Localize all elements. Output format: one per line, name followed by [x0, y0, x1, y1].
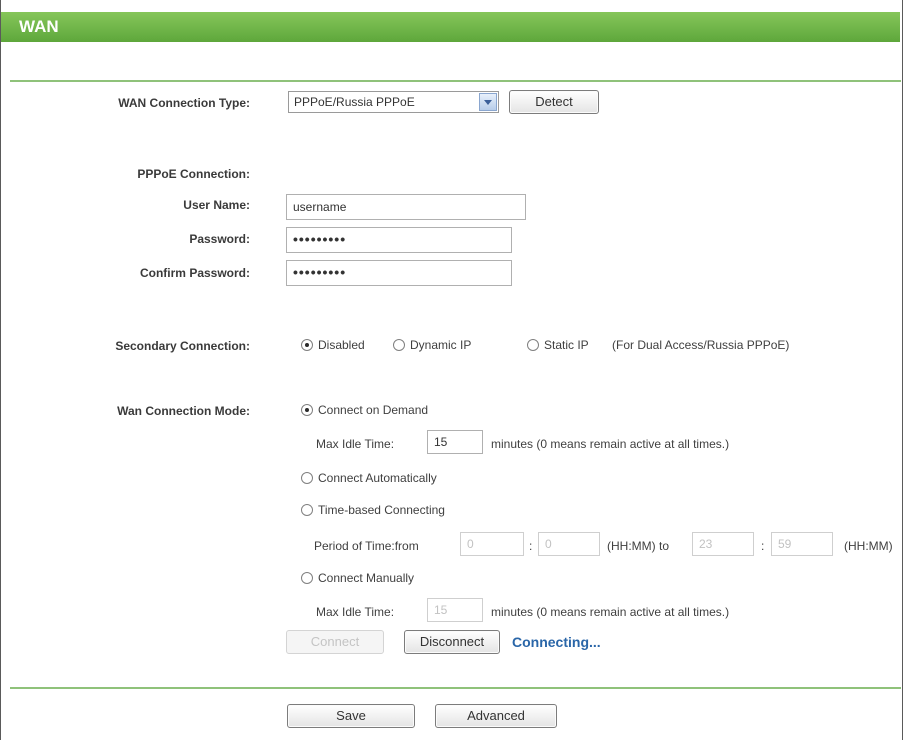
password-input[interactable]: •••••••••: [286, 227, 512, 253]
connection-status: Connecting...: [512, 634, 601, 650]
top-divider: [10, 80, 901, 82]
connect-automatically-radio[interactable]: [301, 472, 313, 484]
time-based-connecting-label: Time-based Connecting: [318, 503, 445, 517]
username-label: User Name:: [183, 198, 250, 212]
on-demand-idle-input[interactable]: 15: [427, 430, 483, 454]
wan-connection-type-label: WAN Connection Type:: [118, 96, 250, 110]
disconnect-button[interactable]: Disconnect: [404, 630, 500, 654]
time-based-connecting-radio[interactable]: [301, 504, 313, 516]
wan-connection-mode-label: Wan Connection Mode:: [117, 404, 250, 418]
bottom-divider: [10, 687, 901, 689]
connect-on-demand-radio[interactable]: [301, 404, 313, 416]
wan-connection-type-value: PPPoE/Russia PPPoE: [294, 95, 415, 109]
on-demand-idle-note: minutes (0 means remain active at all ti…: [491, 437, 730, 451]
pppoe-connection-label: PPPoE Connection:: [137, 167, 250, 181]
chevron-down-icon[interactable]: [479, 93, 497, 111]
manual-idle-label: Max Idle Time:: [316, 605, 395, 619]
page-title: WAN: [19, 17, 59, 36]
secondary-dynamic-ip-radio[interactable]: [393, 339, 405, 351]
connect-automatically-label: Connect Automatically: [318, 471, 437, 485]
secondary-dynamic-ip-label: Dynamic IP: [410, 338, 472, 352]
connect-on-demand-label: Connect on Demand: [318, 403, 429, 417]
confirm-password-label: Confirm Password:: [139, 266, 250, 280]
on-demand-idle-label: Max Idle Time:: [316, 437, 395, 451]
manual-idle-input[interactable]: 15: [427, 598, 483, 622]
time-to-minute-input[interactable]: 59: [771, 532, 833, 556]
password-label: Password:: [189, 232, 250, 246]
connect-manually-label: Connect Manually: [318, 571, 415, 585]
save-button[interactable]: Save: [287, 704, 415, 728]
advanced-button[interactable]: Advanced: [435, 704, 557, 728]
secondary-disabled-radio[interactable]: [301, 339, 313, 351]
manual-idle-note: minutes (0 means remain active at all ti…: [491, 605, 730, 619]
secondary-connection-label: Secondary Connection:: [115, 339, 250, 353]
period-of-time-label: Period of Time:from: [314, 539, 419, 553]
username-input[interactable]: username: [286, 194, 526, 220]
time-to-label: (HH:MM) to: [607, 539, 669, 553]
confirm-password-input[interactable]: •••••••••: [286, 260, 512, 286]
time-end-label: (HH:MM): [844, 539, 893, 553]
wan-header-bar: WAN: [1, 12, 900, 42]
time-from-minute-input[interactable]: 0: [538, 532, 600, 556]
time-separator: :: [761, 539, 765, 553]
connect-button[interactable]: Connect: [286, 630, 384, 654]
secondary-note: (For Dual Access/Russia PPPoE): [612, 338, 790, 352]
secondary-static-ip-radio[interactable]: [527, 339, 539, 351]
connect-manually-radio[interactable]: [301, 572, 313, 584]
time-from-hour-input[interactable]: 0: [460, 532, 524, 556]
secondary-static-ip-label: Static IP: [544, 338, 589, 352]
secondary-disabled-label: Disabled: [318, 338, 365, 352]
time-separator: :: [529, 539, 533, 553]
detect-button[interactable]: Detect: [509, 90, 599, 114]
wan-connection-type-select[interactable]: PPPoE/Russia PPPoE: [288, 91, 499, 113]
time-to-hour-input[interactable]: 23: [692, 532, 754, 556]
